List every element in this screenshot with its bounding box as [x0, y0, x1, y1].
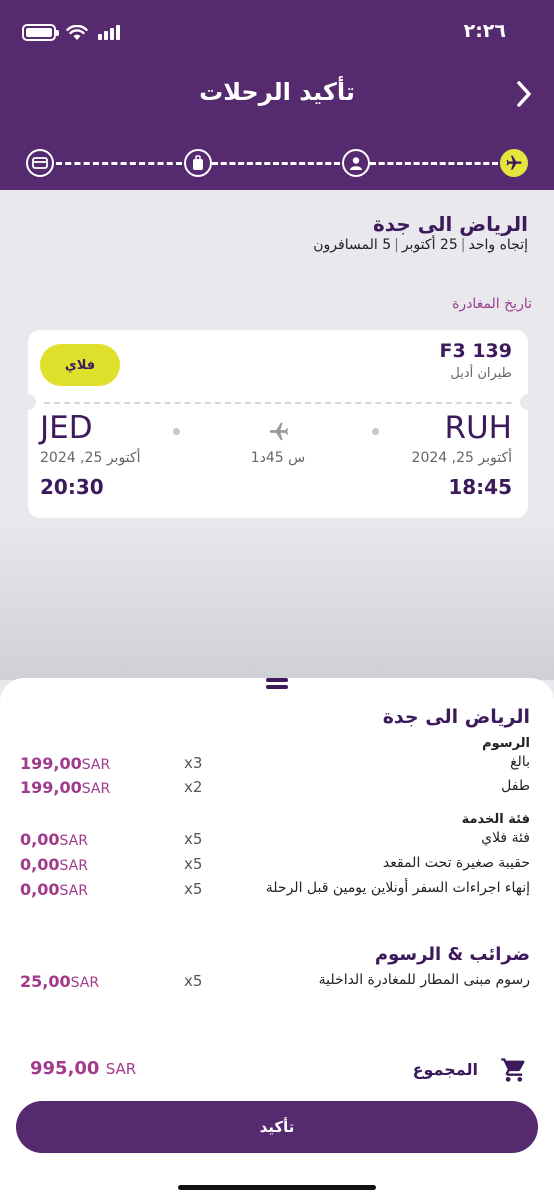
trip-details: إتجاه واحد|25 أكتوبر|5 المسافرون	[313, 237, 528, 253]
service-label: إنهاء اجراءات السفر أونلاين يومين قبل ال…	[265, 880, 530, 896]
service-row: فئة فلاي x5 0,00SAR	[0, 830, 554, 854]
step-flights[interactable]	[500, 149, 528, 177]
route-dot	[173, 428, 180, 435]
stepper-line	[56, 162, 182, 165]
sheet-route-title: الرياض الى جدة	[382, 706, 530, 728]
status-bar: ٢:٢٦	[0, 0, 554, 60]
step-passengers[interactable]	[342, 149, 370, 177]
confirm-button[interactable]: تأكيد	[16, 1101, 538, 1153]
departure-time: 18:45	[448, 475, 512, 499]
origin-code: RUH	[444, 410, 512, 446]
route-title: الرياض الى جدة	[372, 212, 528, 236]
flight-number: F3 139	[439, 340, 512, 362]
stepper-line	[370, 162, 498, 165]
tax-price: 25,00SAR	[20, 972, 100, 991]
flight-icon	[506, 155, 522, 170]
passenger-count: 5 المسافرون	[313, 237, 392, 253]
arrival-time: 20:30	[40, 475, 104, 499]
fare-badge: فلاي	[40, 344, 120, 386]
fee-price: 199,00SAR	[20, 754, 111, 773]
backdrop-fade	[0, 520, 554, 680]
fee-qty: x3	[184, 754, 203, 772]
trip-date: 25 أكتوبر	[401, 237, 458, 253]
total-label: المجموع	[412, 1060, 478, 1079]
service-price: 0,00SAR	[20, 880, 88, 899]
route-dot	[372, 428, 379, 435]
status-time: ٢:٢٦	[463, 20, 506, 42]
taxes-section-title: ضرائب & الرسوم	[374, 944, 530, 965]
ticket-notch	[520, 394, 536, 410]
baggage-icon	[193, 155, 203, 170]
fee-label: طفل	[501, 778, 530, 794]
fee-label: بالغ	[510, 754, 530, 770]
service-price: 0,00SAR	[20, 830, 88, 849]
service-label: فئة فلاي	[481, 830, 530, 846]
cellular-signal-icon	[98, 25, 120, 40]
back-button[interactable]	[510, 76, 538, 112]
fee-qty: x2	[184, 778, 203, 796]
page-title: تأكيد الرحلات	[199, 78, 355, 106]
destination-date: أكتوبر 25, 2024	[40, 450, 141, 466]
destination-code: JED	[40, 410, 93, 446]
stepper-line	[212, 162, 340, 165]
tax-qty: x5	[184, 972, 203, 990]
service-qty: x5	[184, 855, 203, 873]
payment-card-icon	[32, 157, 48, 169]
sheet-drag-handle[interactable]	[266, 678, 288, 692]
total-row: 995,00 SAR المجموع	[0, 1056, 554, 1086]
flight-duration: 1س 45د	[250, 450, 306, 466]
service-row: إنهاء اجراءات السفر أونلاين يومين قبل ال…	[0, 880, 554, 904]
step-payment[interactable]	[26, 149, 54, 177]
service-qty: x5	[184, 880, 203, 898]
service-label: حقيبة صغيرة تحت المقعد	[382, 855, 530, 871]
service-row: حقيبة صغيرة تحت المقعد x5 0,00SAR	[0, 855, 554, 879]
fee-row-adult: بالغ x3 199,00SAR	[0, 754, 554, 778]
wifi-icon	[66, 24, 88, 40]
tax-row: رسوم مبنى المطار للمغادرة الداخلية x5 25…	[0, 972, 554, 996]
chevron-right-icon	[517, 81, 531, 107]
service-price: 0,00SAR	[20, 855, 88, 874]
fees-section-title: الرسوم	[482, 736, 530, 751]
airline-name: طيران أديل	[450, 366, 512, 381]
origin-date: أكتوبر 25, 2024	[411, 450, 512, 466]
shopping-cart-icon[interactable]	[500, 1056, 528, 1084]
home-indicator	[178, 1185, 376, 1190]
status-icons	[22, 24, 120, 41]
fee-price: 199,00SAR	[20, 778, 111, 797]
step-extras[interactable]	[184, 149, 212, 177]
service-qty: x5	[184, 830, 203, 848]
tax-label: رسوم مبنى المطار للمغادرة الداخلية	[318, 972, 530, 988]
fee-row-child: طفل x2 199,00SAR	[0, 778, 554, 802]
battery-icon	[22, 24, 59, 41]
departure-date-label: تاريخ المغادرة	[452, 296, 532, 312]
ticket-notch	[20, 394, 36, 410]
flight-card[interactable]: F3 139 طيران أديل فلاي RUH JED أكتوبر 25…	[20, 330, 536, 518]
total-price: 995,00 SAR	[30, 1058, 137, 1079]
plane-icon	[269, 422, 289, 441]
app-header: ٢:٢٦ تأكيد الرحلات	[0, 0, 554, 190]
passenger-icon	[350, 157, 362, 170]
card-divider	[44, 402, 512, 404]
service-section-title: فئة الخدمة	[461, 812, 530, 827]
trip-type: إتجاه واحد	[468, 237, 528, 253]
booking-stepper	[26, 148, 528, 178]
